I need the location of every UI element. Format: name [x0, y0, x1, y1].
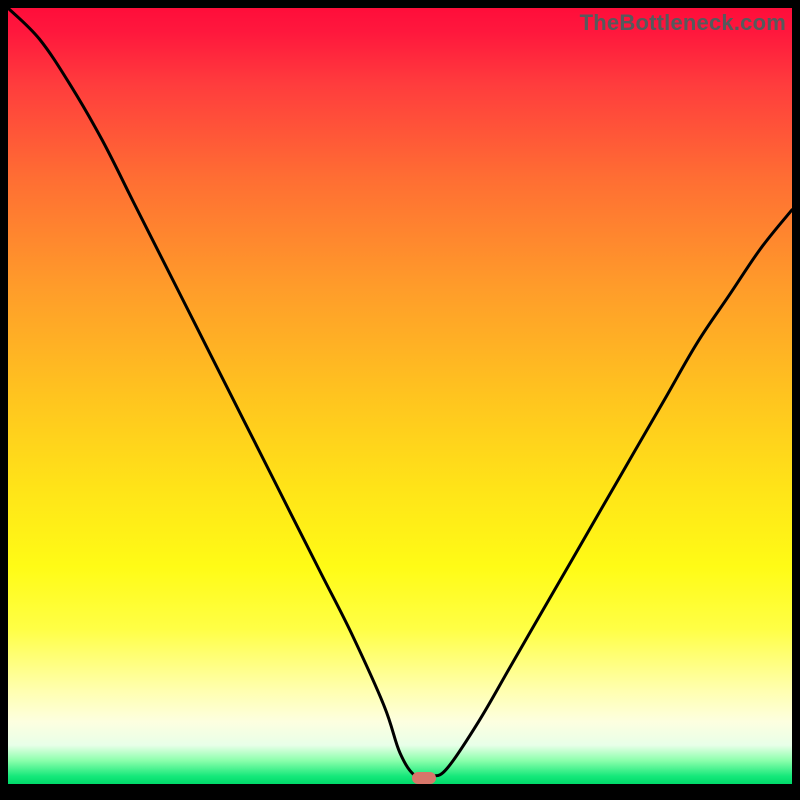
plot-area [8, 8, 792, 784]
minimum-marker [412, 772, 436, 784]
chart-frame: TheBottleneck.com [0, 0, 800, 800]
watermark-text: TheBottleneck.com [580, 10, 786, 36]
bottleneck-curve [8, 8, 792, 784]
